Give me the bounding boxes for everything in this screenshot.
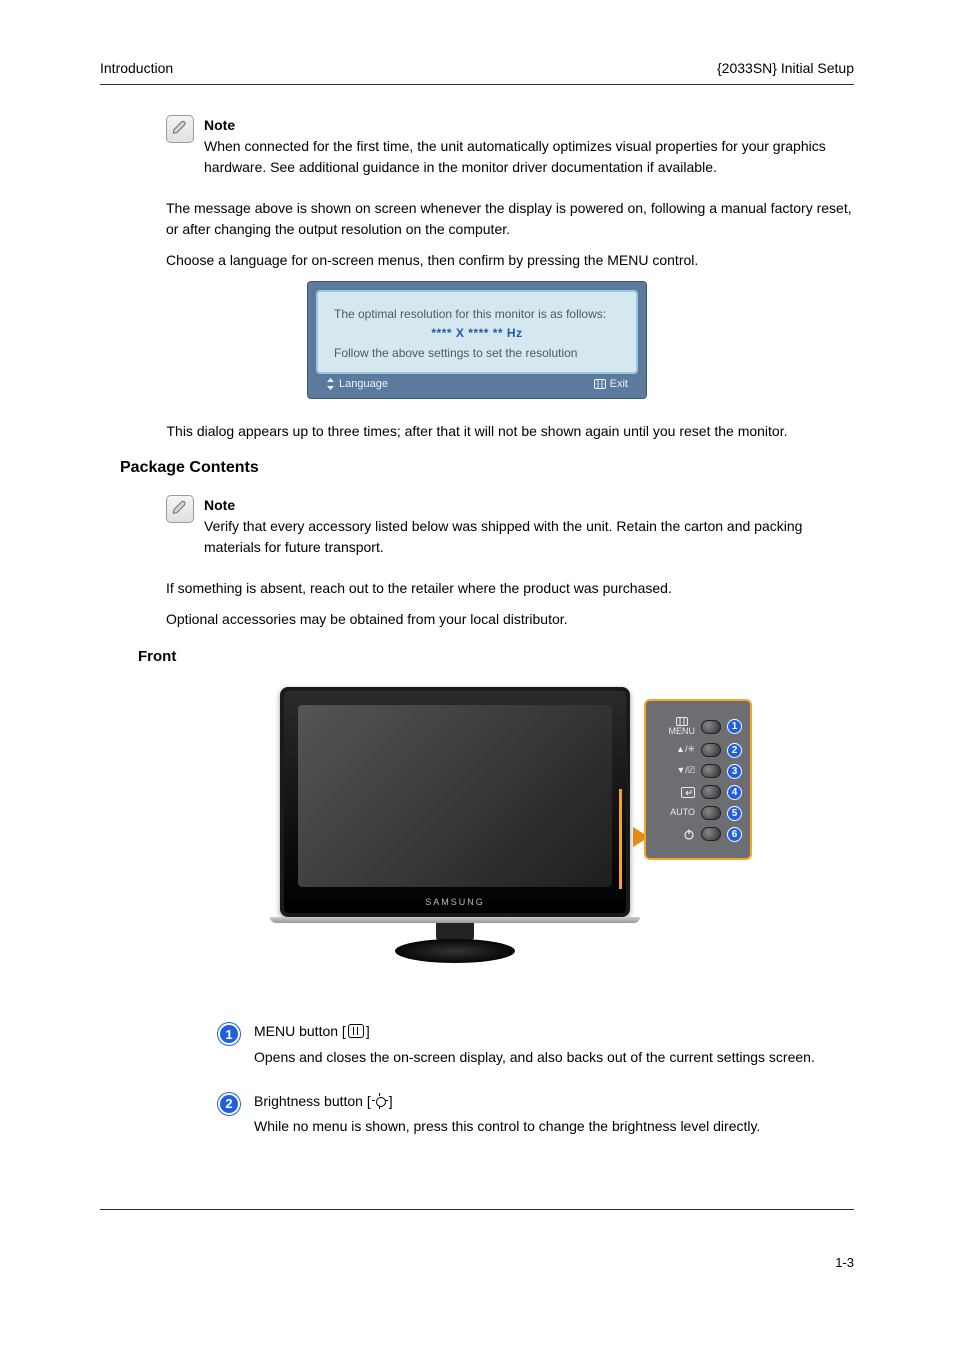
note-label-1: Note bbox=[204, 115, 854, 136]
monitor-graphic: SAMSUNG bbox=[280, 687, 630, 917]
def-1-explain: Opens and closes the on-screen display, … bbox=[254, 1047, 815, 1069]
note-icon bbox=[166, 115, 194, 143]
note-label-2: Note bbox=[204, 495, 854, 516]
menu-icon bbox=[348, 1024, 364, 1038]
sec1-p3: This dialog appears up to three times; a… bbox=[100, 423, 854, 439]
panel-button-3[interactable] bbox=[701, 764, 721, 778]
panel-label-2: ▲/✳ bbox=[669, 745, 695, 754]
osd-line1: The optimal resolution for this monitor … bbox=[334, 306, 620, 323]
panel-button-2[interactable] bbox=[701, 743, 721, 757]
callout-bracket bbox=[618, 789, 622, 889]
osd-bar-left: Language bbox=[339, 378, 388, 390]
def-2-explain: While no menu is shown, press this contr… bbox=[254, 1116, 760, 1138]
def-row-2: 2 Brightness button [ ] While no menu is… bbox=[218, 1091, 854, 1138]
section-title-package: Package Contents bbox=[120, 459, 854, 477]
bottom-rule bbox=[100, 1209, 854, 1210]
osd-message: The optimal resolution for this monitor … bbox=[307, 281, 647, 399]
sec2-p2: Optional accessories may be obtained fro… bbox=[166, 609, 854, 630]
power-icon bbox=[669, 828, 695, 840]
panel-button-5[interactable] bbox=[701, 806, 721, 820]
panel-row-3: ▼/⎚ 3 bbox=[654, 764, 742, 779]
sun-icon bbox=[373, 1094, 387, 1108]
def-num-2: 2 bbox=[218, 1093, 240, 1115]
updown-icon bbox=[326, 378, 335, 390]
osd-resolution: **** X **** ** Hz bbox=[334, 325, 620, 342]
page-number: 1-3 bbox=[835, 1255, 854, 1270]
panel-button-4[interactable] bbox=[701, 785, 721, 799]
def-row-1: 1 MENU button [] Opens and closes the on… bbox=[218, 1021, 854, 1068]
panel-label-3: ▼/⎚ bbox=[669, 766, 695, 775]
osd-line2: Follow the above settings to set the res… bbox=[334, 345, 620, 362]
button-panel: MENU 1 ▲/✳ 2 ▼/⎚ 3 4 bbox=[644, 699, 752, 859]
panel-row-1: MENU 1 bbox=[654, 717, 742, 736]
menu-icon bbox=[594, 379, 606, 389]
note-text-2: Verify that every accessory listed below… bbox=[204, 516, 854, 558]
note-block-2: Note Verify that every accessory listed … bbox=[166, 495, 854, 558]
subheading-front: Front bbox=[138, 648, 854, 665]
panel-badge-3: 3 bbox=[727, 764, 742, 779]
def-1-term-before: MENU button [ bbox=[254, 1023, 346, 1039]
front-illustration: SAMSUNG MENU 1 ▲/✳ 2 ▼/⎚ bbox=[100, 669, 854, 999]
note-text-1: When connected for the first time, the u… bbox=[204, 136, 854, 178]
panel-badge-6: 6 bbox=[727, 827, 742, 842]
sec1-p1: The message above is shown on screen whe… bbox=[166, 198, 854, 240]
panel-row-6: 6 bbox=[654, 827, 742, 842]
def-2-term-before: Brightness button [ bbox=[254, 1093, 371, 1109]
menu-tiny-icon bbox=[676, 717, 688, 726]
header-left: Introduction bbox=[100, 60, 173, 76]
def-2-term-after: ] bbox=[389, 1093, 393, 1109]
sec1-p2: Choose a language for on-screen menus, t… bbox=[166, 250, 854, 271]
panel-badge-5: 5 bbox=[727, 806, 742, 821]
panel-label-1: MENU bbox=[669, 727, 696, 736]
def-1-term-after: ] bbox=[366, 1023, 370, 1039]
note-block-1: Note When connected for the first time, … bbox=[166, 115, 854, 178]
panel-row-5: AUTO 5 bbox=[654, 806, 742, 821]
osd-bar-right: Exit bbox=[610, 378, 628, 390]
enter-icon bbox=[669, 787, 695, 798]
sec2-p1: If something is absent, reach out to the… bbox=[166, 578, 854, 599]
panel-button-1[interactable] bbox=[701, 720, 721, 734]
panel-badge-4: 4 bbox=[727, 785, 742, 800]
header-right: {2033SN} Initial Setup bbox=[717, 60, 854, 76]
panel-row-2: ▲/✳ 2 bbox=[654, 743, 742, 758]
note-icon bbox=[166, 495, 194, 523]
top-rule bbox=[100, 84, 854, 85]
def-num-1: 1 bbox=[218, 1023, 240, 1045]
panel-badge-1: 1 bbox=[727, 719, 742, 734]
panel-label-5: AUTO bbox=[669, 808, 695, 817]
panel-badge-2: 2 bbox=[727, 743, 742, 758]
brand-label: SAMSUNG bbox=[284, 897, 626, 907]
panel-button-6[interactable] bbox=[701, 827, 721, 841]
panel-row-4: 4 bbox=[654, 785, 742, 800]
